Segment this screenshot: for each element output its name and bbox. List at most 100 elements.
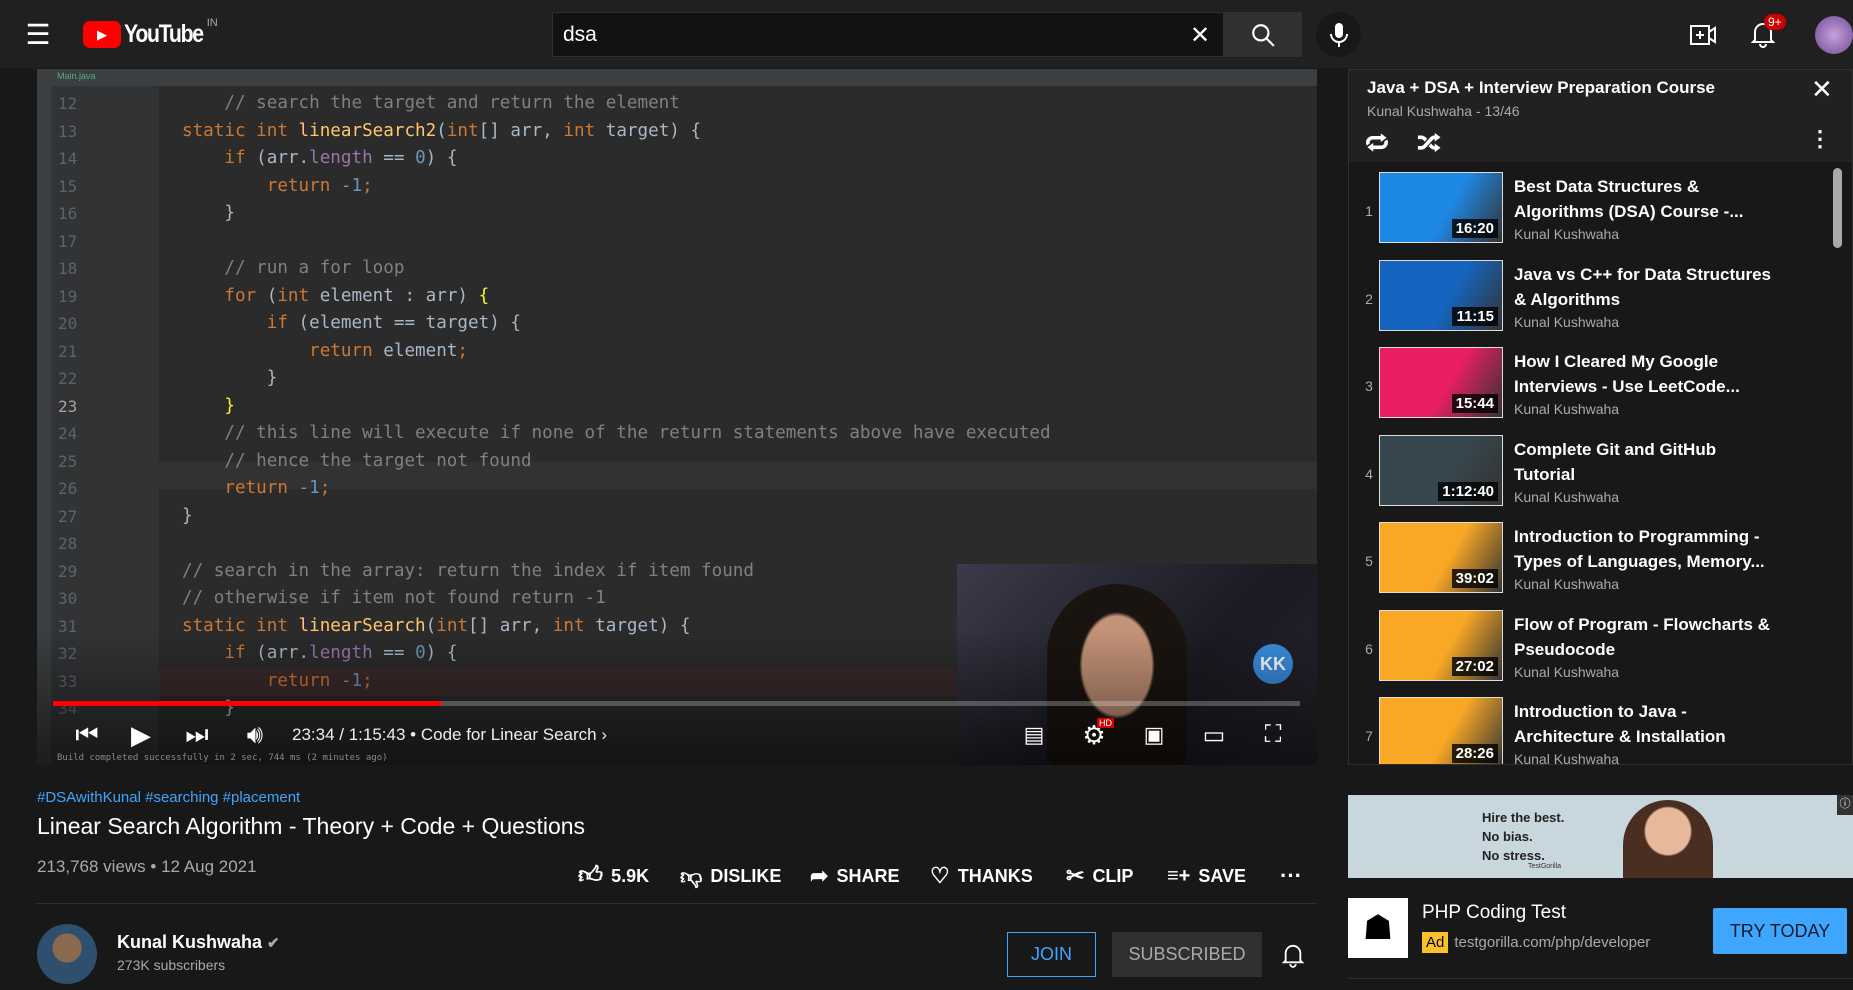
playlist-item[interactable]: 5 39:02 Introduction to Programming - Ty… [1349,520,1852,607]
divider [37,903,1317,904]
region-code: IN [206,16,218,29]
close-playlist-button[interactable]: ✕ [1811,74,1833,105]
join-button[interactable]: JOIN [1007,932,1096,977]
like-button[interactable]: 👍︎ 5.9K [578,858,649,894]
channel-name[interactable]: Kunal Kushwaha [117,932,262,952]
subtitles-button[interactable]: ▤ [1014,718,1054,752]
verified-icon: ✔ [267,935,280,952]
playlist-item[interactable]: 1 16:20 Best Data Structures & Algorithm… [1349,170,1852,257]
code-token: return [182,478,299,498]
save-button[interactable]: ≡+ SAVE [1167,858,1246,894]
playlist-item-title[interactable]: Java vs C++ for Data Structures & Algori… [1514,262,1774,312]
search-input[interactable]: dsa [552,12,1224,57]
code-token: ( [436,120,447,141]
channel-avatar[interactable] [37,924,97,984]
previous-button[interactable]: ⏮ [67,718,107,752]
playlist-item-channel: Kunal Kushwaha [1514,401,1620,417]
playlist-thumbnail[interactable]: 16:20 [1379,172,1503,243]
share-button[interactable]: ➦ SHARE [810,858,899,894]
playlist-item[interactable]: 4 1:12:40 Complete Git and GitHub Tutori… [1349,433,1852,520]
playlist-item[interactable]: 7 28:26 Introduction to Java - Architect… [1349,695,1852,764]
channel-notifications-button[interactable] [1276,936,1310,974]
code-text: return element; [182,338,468,365]
progress-bar[interactable] [53,701,1300,706]
more-actions-button[interactable]: ··· [1280,858,1302,894]
play-button[interactable]: ▶ [121,718,161,752]
ad-info-icon[interactable]: ⓘ [1837,795,1853,815]
notifications-button[interactable]: 9+ [1745,14,1786,52]
share-label: SHARE [836,865,900,886]
ad-banner[interactable]: Hire the best. No bias. No stress. TestG… [1348,795,1853,878]
playlist-menu-button[interactable]: ⋮ [1809,126,1831,152]
code-text: static int linearSearch2(int[] arr, int … [182,118,701,145]
ad-line: No bias. [1482,829,1533,844]
subscribed-button[interactable]: SUBSCRIBED [1112,932,1262,977]
playlist-thumbnail[interactable]: 27:02 [1379,609,1503,681]
playlist-thumbnail[interactable]: 1:12:40 [1379,434,1503,506]
search-value: dsa [563,22,597,46]
search-icon [1251,23,1275,47]
hashtags[interactable]: #DSAwithKunal #searching #placement [37,789,300,806]
playlist-item[interactable]: 6 27:02 Flow of Program - Flowcharts & P… [1349,608,1852,695]
ad-title[interactable]: PHP Coding Test [1422,902,1566,924]
playlist-item[interactable]: 3 15:44 How I Cleared My Google Intervie… [1349,345,1852,432]
playlist-title[interactable]: Java + DSA + Interview Preparation Cours… [1367,78,1715,98]
code-line: 23 } [37,393,1317,420]
theater-mode-button[interactable]: ▭ [1192,718,1236,752]
playlist-item-title[interactable]: Introduction to Programming - Types of L… [1514,524,1774,574]
playlist-thumbnail[interactable]: 28:26 [1379,697,1503,764]
more-horizontal-icon: ··· [1280,863,1302,888]
playlist-item-title[interactable]: Flow of Program - Flowcharts & Pseudocod… [1514,612,1774,662]
search-button[interactable] [1223,12,1302,57]
playlist-item-title[interactable]: Complete Git and GitHub Tutorial [1514,437,1774,487]
volume-button[interactable]: 🔊︎ [235,718,275,752]
save-label: SAVE [1198,865,1247,886]
line-number: 18 [58,259,78,278]
line-number: 15 [58,176,78,196]
voice-search-button[interactable] [1316,12,1361,57]
playlist-item[interactable]: 2 11:15 Java vs C++ for Data Structures … [1349,258,1852,345]
playlist-item-title[interactable]: Best Data Structures & Algorithms (DSA) … [1514,174,1774,224]
notification-badge: 9+ [1764,14,1786,30]
playlist-scrollbar[interactable] [1833,168,1842,248]
youtube-logo[interactable]: ▶ YouTube IN [83,16,228,49]
playlist-item-title[interactable]: Introduction to Java - Architecture & In… [1514,699,1774,749]
next-button[interactable]: ⏭ [177,718,217,752]
dislike-button[interactable]: 👎︎ DISLIKE [680,858,781,894]
video-player[interactable]: Main.java 12 // search the target and re… [37,69,1317,765]
code-line: 20 if (element == target) { [37,310,1317,337]
ad-cta-button[interactable]: TRY TODAY [1713,908,1847,954]
fullscreen-button[interactable]: ⛶ [1253,718,1293,752]
line-number: 17 [58,231,78,251]
code-text: return -1; [182,173,373,200]
video-duration: 27:02 [1451,656,1498,676]
menu-icon[interactable]: ☰ [20,18,56,50]
line-number: 29 [58,561,78,581]
ad-url[interactable]: testgorilla.com/php/developer [1454,934,1650,951]
scissors-icon: ✂ [1066,863,1085,888]
advertiser-logo[interactable]: ☗ [1348,898,1408,958]
playlist-thumbnail[interactable]: 11:15 [1379,259,1503,331]
current-time: 23:34 / 1:15:43 [292,725,406,744]
chapter-title[interactable]: Code for Linear Search [421,725,597,744]
create-video-button[interactable] [1686,18,1720,52]
playlist-item-title[interactable]: How I Cleared My Google Interviews - Use… [1514,349,1774,399]
clip-button[interactable]: ✂ CLIP [1066,858,1133,894]
clear-search-icon[interactable]: ✕ [1183,18,1217,52]
shuffle-button[interactable]: 🔀︎ [1417,124,1441,160]
account-avatar[interactable] [1815,16,1853,54]
thanks-button[interactable]: ♡ THANKS [930,858,1033,894]
playlist-thumbnail[interactable]: 15:44 [1379,347,1503,418]
code-line: 17 [37,228,1317,255]
playlist-thumbnail[interactable]: 39:02 [1379,522,1503,593]
code-token: // search in the array: return the index… [182,560,754,581]
miniplayer-button[interactable]: ▣ [1134,718,1174,752]
video-duration: 11:15 [1452,306,1498,326]
video-duration: 39:02 [1451,569,1498,588]
channel-name-row[interactable]: Kunal Kushwaha ✔ [117,932,280,953]
code-token: [] arr, [478,120,564,141]
line-number: 25 [58,451,78,471]
line-number: 27 [58,506,78,526]
loop-button[interactable]: 🔁︎ [1365,124,1389,160]
settings-button[interactable]: ⚙ HD [1074,718,1114,752]
